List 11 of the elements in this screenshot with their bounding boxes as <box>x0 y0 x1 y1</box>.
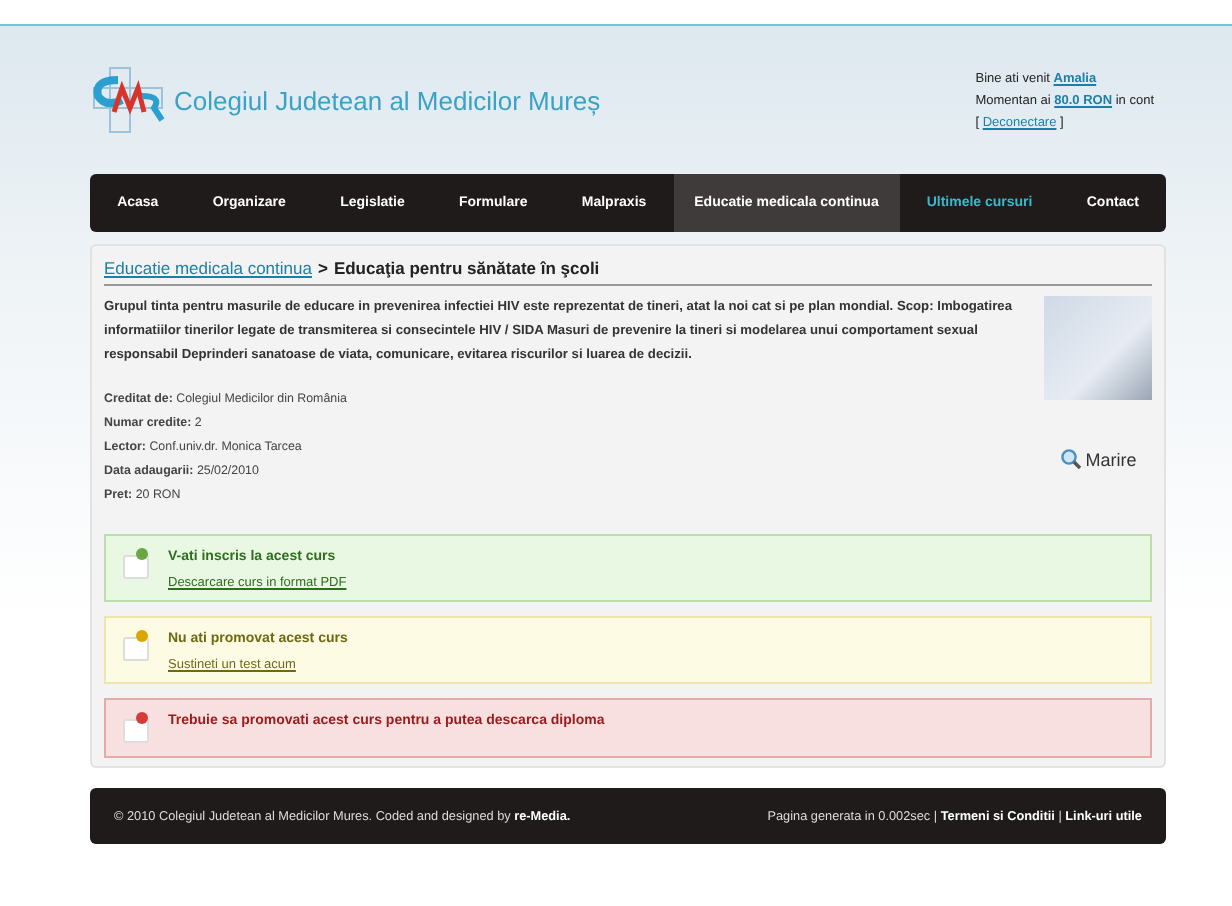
site-title: Colegiul Judetean al Medicilor Mureș <box>174 85 601 115</box>
breadcrumb-separator: > <box>317 258 328 278</box>
message-icon <box>122 628 154 664</box>
photo-placeholder[interactable] <box>1044 296 1152 400</box>
search-icon <box>1059 448 1082 470</box>
page-title: Educaţia pentru sănătate în şcoli <box>333 258 600 278</box>
zoom-link[interactable]: Marire <box>1059 448 1137 470</box>
message-icon <box>122 546 154 582</box>
message-icon <box>122 710 154 746</box>
breadcrumb-link[interactable]: Educatie medicala continua <box>104 258 312 278</box>
logo-icon <box>90 64 166 136</box>
